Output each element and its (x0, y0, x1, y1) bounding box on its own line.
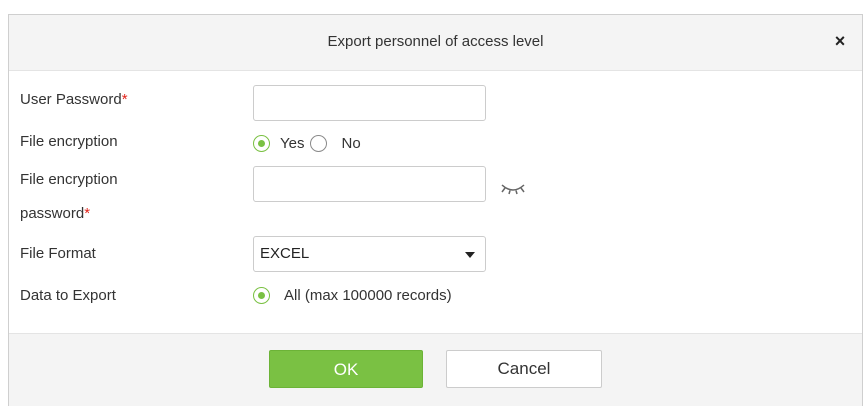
data-to-export-radio-group: All (max 100000 records) (253, 287, 452, 304)
file-encryption-password-label-line2: password* (20, 203, 90, 225)
dialog-title: Export personnel of access level (327, 33, 544, 50)
close-icon[interactable]: × (828, 29, 852, 53)
file-encryption-yes-label[interactable]: Yes (280, 135, 304, 152)
file-encryption-label: File encryption (20, 133, 118, 150)
file-encryption-password-label-text: password (20, 205, 85, 222)
file-encryption-yes-radio[interactable] (253, 135, 270, 152)
page: Export personnel of access level × User … (0, 0, 864, 406)
data-to-export-all-radio[interactable] (253, 287, 270, 304)
user-password-input[interactable] (253, 85, 486, 121)
file-format-select[interactable]: EXCEL (253, 236, 486, 272)
file-encryption-radio-group: Yes No (253, 135, 361, 152)
dialog-titlebar: Export personnel of access level × (9, 15, 862, 71)
file-encryption-no-radio[interactable] (310, 135, 328, 152)
file-encryption-password-input[interactable] (253, 166, 486, 202)
required-mark: * (121, 91, 128, 108)
ok-button[interactable]: OK (269, 350, 423, 388)
file-format-value: EXCEL (260, 245, 310, 262)
user-password-label-text: User Password (20, 91, 122, 108)
file-encryption-no-label[interactable]: No (341, 135, 360, 152)
user-password-label: User Password* (20, 89, 128, 111)
export-dialog: Export personnel of access level × User … (8, 14, 863, 406)
file-encryption-password-label-line1: File encryption (20, 171, 118, 188)
chevron-down-icon (465, 252, 475, 258)
dialog-footer: OK Cancel (9, 333, 862, 406)
data-to-export-label: Data to Export (20, 287, 116, 304)
required-mark: * (84, 205, 91, 222)
file-format-label: File Format (20, 245, 96, 262)
eye-closed-icon[interactable] (499, 181, 527, 197)
data-to-export-all-label[interactable]: All (max 100000 records) (284, 287, 452, 304)
cancel-button[interactable]: Cancel (446, 350, 602, 388)
